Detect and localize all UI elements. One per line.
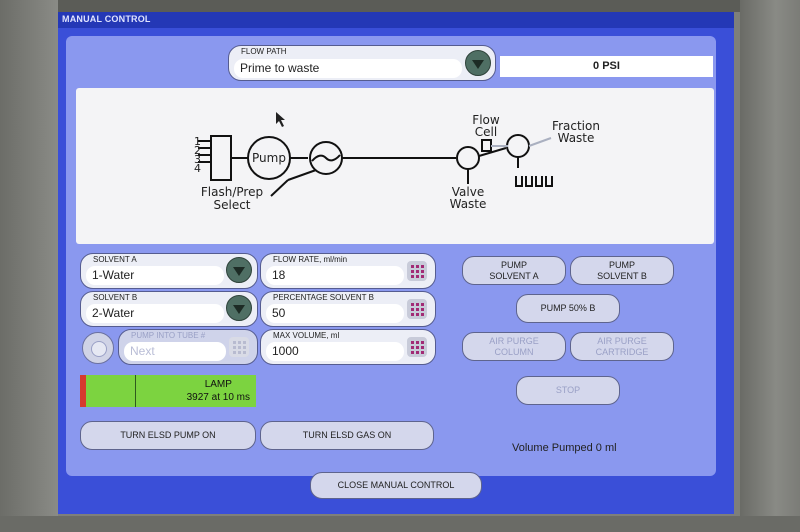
touch-screen: MANUAL CONTROL FLOW PATH Prime to waste … — [58, 12, 734, 514]
pump-into-tube-value: Next — [124, 342, 226, 361]
chevron-down-icon[interactable] — [226, 295, 252, 321]
keypad-icon[interactable] — [229, 337, 249, 357]
pump-into-tube-input[interactable]: PUMP INTO TUBE # Next — [118, 329, 258, 365]
monitor-bezel-top — [0, 0, 800, 12]
pump-into-tube-toggle[interactable] — [82, 332, 114, 364]
waste-label: Waste — [558, 131, 595, 145]
solvent-a-select[interactable]: SOLVENT A 1-Water — [80, 253, 258, 289]
percentage-solvent-b-value: 50 — [266, 304, 404, 323]
button-line: PUMP — [500, 259, 527, 270]
keypad-icon[interactable] — [407, 299, 427, 319]
close-manual-control-button[interactable]: CLOSE MANUAL CONTROL — [310, 472, 482, 499]
flow-diagram: 1 2 3 4 Pump Flash/Prep Select Flow Cell… — [76, 88, 714, 244]
lamp-status: LAMP 3927 at 10 ms — [80, 375, 256, 407]
volume-pumped: Volume Pumped 0 ml — [512, 442, 617, 454]
solvent-b-select[interactable]: SOLVENT B 2-Water — [80, 291, 258, 327]
button-line: SOLVENT B — [597, 270, 647, 281]
mouse-cursor-icon — [276, 112, 285, 127]
lamp-value: 3927 at 10 ms — [186, 392, 250, 403]
solvent-b-label: SOLVENT B — [93, 293, 138, 302]
flow-diagram-svg: 1 2 3 4 Pump Flash/Prep Select Flow Cell… — [194, 112, 600, 212]
pump-into-tube-label: PUMP INTO TUBE # — [131, 331, 206, 340]
turn-elsd-pump-on-button[interactable]: TURN ELSD PUMP ON — [80, 421, 256, 450]
solvent-a-label: SOLVENT A — [93, 255, 137, 264]
button-line: AIR PURGE — [597, 335, 647, 346]
monitor-bezel-left — [0, 0, 58, 532]
valve-waste-label: Waste — [450, 197, 487, 211]
window-title: MANUAL CONTROL — [62, 14, 151, 24]
pump-50-b-button[interactable]: PUMP 50% B — [516, 294, 620, 323]
air-purge-cartridge-button[interactable]: AIR PURGE CARTRIDGE — [570, 332, 674, 361]
lamp-label: LAMP — [204, 379, 232, 390]
port-4-label: 4 — [194, 162, 201, 175]
lamp-red-indicator — [80, 375, 86, 407]
pump-label: Pump — [252, 151, 286, 165]
turn-elsd-gas-on-button[interactable]: TURN ELSD GAS ON — [260, 421, 434, 450]
pressure-readout: 0 PSI — [500, 56, 713, 77]
cell-label: Cell — [475, 125, 497, 139]
stop-button[interactable]: STOP — [516, 376, 620, 405]
max-volume-value: 1000 — [266, 342, 404, 361]
flow-path-value: Prime to waste — [234, 59, 462, 78]
monitor-bezel-bottom — [0, 516, 800, 532]
chevron-down-icon[interactable] — [465, 50, 491, 76]
lamp-marker — [135, 375, 136, 407]
flash-prep-label: Flash/Prep — [201, 185, 263, 199]
pump-solvent-a-button[interactable]: PUMP SOLVENT A — [462, 256, 566, 285]
flow-rate-input[interactable]: FLOW RATE, ml/min 18 — [260, 253, 436, 289]
max-volume-label: MAX VOLUME, ml — [273, 331, 340, 340]
keypad-icon[interactable] — [407, 337, 427, 357]
pump-solvent-b-button[interactable]: PUMP SOLVENT B — [570, 256, 674, 285]
button-line: SOLVENT A — [489, 270, 539, 281]
keypad-icon[interactable] — [407, 261, 427, 281]
button-line: COLUMN — [494, 346, 534, 357]
button-line: CARTRIDGE — [595, 346, 649, 357]
select-label: Select — [213, 198, 250, 212]
flow-path-label: FLOW PATH — [241, 47, 287, 56]
window-titlebar: MANUAL CONTROL — [58, 12, 734, 28]
lamp-text: LAMP 3927 at 10 ms — [187, 378, 250, 404]
percentage-solvent-b-input[interactable]: PERCENTAGE SOLVENT B 50 — [260, 291, 436, 327]
flow-rate-value: 18 — [266, 266, 404, 285]
percentage-solvent-b-label: PERCENTAGE SOLVENT B — [273, 293, 374, 302]
air-purge-column-button[interactable]: AIR PURGE COLUMN — [462, 332, 566, 361]
radio-icon — [91, 341, 107, 357]
monitor-bezel-right — [740, 0, 800, 532]
flow-rate-label: FLOW RATE, ml/min — [273, 255, 348, 264]
chevron-down-icon[interactable] — [226, 257, 252, 283]
solvent-a-value: 1-Water — [86, 266, 224, 285]
solvent-b-value: 2-Water — [86, 304, 224, 323]
button-line: PUMP — [608, 259, 635, 270]
max-volume-input[interactable]: MAX VOLUME, ml 1000 — [260, 329, 436, 365]
button-line: AIR PURGE — [489, 335, 539, 346]
flow-path-select[interactable]: FLOW PATH Prime to waste — [228, 45, 496, 81]
